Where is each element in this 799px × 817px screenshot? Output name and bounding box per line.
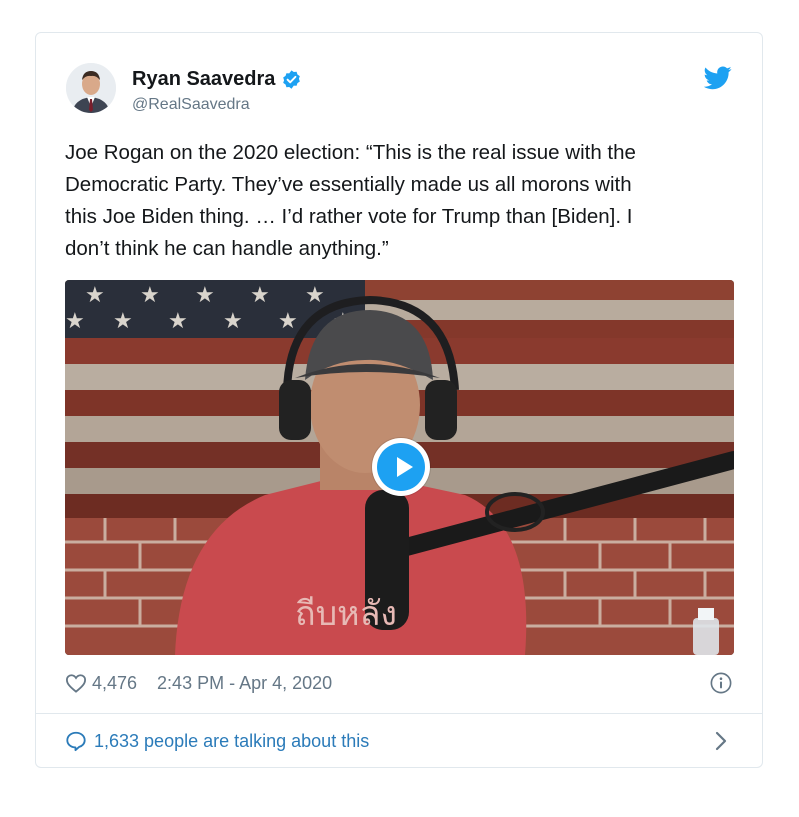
divider	[36, 713, 762, 714]
svg-text:★: ★	[168, 309, 188, 334]
tweet-timestamp[interactable]: 2:43 PM - Apr 4, 2020	[157, 673, 332, 694]
conversation-label[interactable]: 1,633 people are talking about this	[94, 731, 369, 752]
svg-text:★: ★	[305, 283, 325, 308]
like-count[interactable]: 4,476	[92, 673, 137, 694]
author-name[interactable]: Ryan Saavedra	[132, 68, 275, 91]
info-icon[interactable]	[710, 672, 732, 694]
author-name-row[interactable]: Ryan Saavedra	[132, 66, 302, 92]
tweet-meta: 4,476 2:43 PM - Apr 4, 2020	[65, 670, 332, 696]
speech-bubble-icon	[66, 731, 86, 752]
svg-text:★: ★	[65, 309, 85, 334]
svg-text:★: ★	[113, 309, 133, 334]
tweet-card: Ryan Saavedra @RealSaavedra Joe Rogan on…	[35, 32, 763, 768]
play-icon	[377, 443, 425, 491]
svg-text:★: ★	[278, 309, 298, 334]
video-player[interactable]: ★ ★ ★ ★ ★ ★ ★ ★ ★ ★ ★	[65, 280, 734, 655]
author-handle[interactable]: @RealSaavedra	[132, 96, 250, 114]
avatar[interactable]	[66, 63, 116, 113]
svg-text:★: ★	[223, 309, 243, 334]
verified-badge-icon	[283, 69, 301, 89]
heart-icon[interactable]	[65, 673, 87, 693]
conversation-link[interactable]: 1,633 people are talking about this	[65, 728, 369, 754]
chevron-right-icon[interactable]	[714, 731, 728, 751]
svg-text:★: ★	[250, 283, 270, 308]
svg-text:★: ★	[85, 283, 105, 308]
svg-text:★: ★	[195, 283, 215, 308]
svg-text:★: ★	[140, 283, 160, 308]
twitter-bird-icon[interactable]	[704, 66, 732, 90]
shirt-text: ถีบหลัง	[295, 594, 397, 634]
play-button[interactable]	[372, 438, 430, 496]
tweet-text: Joe Rogan on the 2020 election: “This is…	[65, 141, 636, 260]
